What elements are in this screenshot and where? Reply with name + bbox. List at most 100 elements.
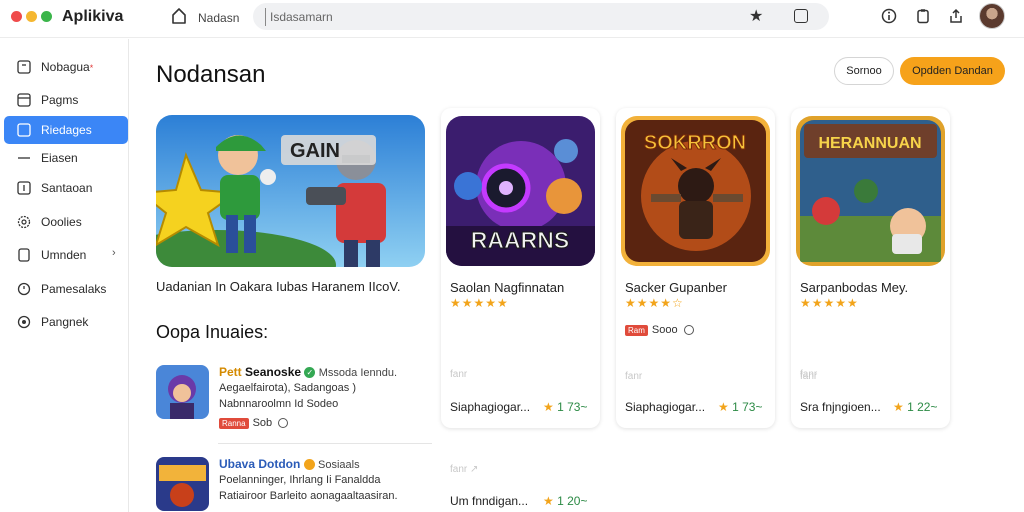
rating-value: ★ 1 73~ xyxy=(543,400,588,414)
tag-badge: Ranna xyxy=(219,417,249,429)
sidebar-item-umnden[interactable]: Umnden › xyxy=(4,241,128,269)
star-icon: ★ xyxy=(543,494,558,508)
sidebar-item-riedages[interactable]: Riedages xyxy=(4,116,128,144)
developer-name: Um fnndigan... xyxy=(450,494,529,508)
svg-text:SOKRRON: SOKRRON xyxy=(644,132,746,154)
developer-name: Sra fnjngioen... xyxy=(800,400,881,414)
sidebar-item-santaoan[interactable]: Santaoan xyxy=(4,174,128,202)
star-icon: ★ xyxy=(543,400,558,414)
sidebar-item-pagms[interactable]: Pagms xyxy=(4,86,128,114)
sidebar-item-eiasen[interactable]: Eiasen xyxy=(4,144,128,172)
star-rating: ★★★★☆ xyxy=(625,296,684,310)
sidebar-item-pangnek[interactable]: Pangnek xyxy=(4,308,128,336)
featured-banner[interactable]: GAIN xyxy=(156,115,425,267)
game-card[interactable]: HERANNUAN Sarpanbodas Mey. ★★★★★ fanr Sr… xyxy=(791,108,950,428)
sidebar-item-label: Pangnek xyxy=(41,315,89,329)
list-item-description: Aegaelfairota), Sadangoas ) xyxy=(219,382,356,394)
sidebar-item-label: Ooolies xyxy=(41,215,82,229)
list-item[interactable]: Pett Seanoske ✓ Mssoda Ienndu. Aegaelfai… xyxy=(156,365,432,445)
game-art: SOKRRON xyxy=(621,116,770,266)
developer-name: Siaphagiogar... xyxy=(450,400,531,414)
game-title: Sacker Gupanber xyxy=(625,280,727,295)
faint-label: fanr xyxy=(800,369,818,380)
sidebar-item-label: Santaoan xyxy=(41,181,93,195)
page-title: Nodansan xyxy=(156,61,266,88)
search-input[interactable] xyxy=(265,8,735,26)
home-label[interactable]: Nadasn xyxy=(198,11,239,25)
faint-label: fanr ↗ xyxy=(450,464,479,475)
clock-icon xyxy=(17,282,31,296)
gear-icon xyxy=(17,215,31,229)
list-item-title: Ubava Dotdon Sosiaals xyxy=(219,457,360,471)
rating-value: ★ 1 73~ xyxy=(718,400,763,414)
sidebar-item-ooolies[interactable]: Ooolies xyxy=(4,208,128,236)
faint-label: fanr xyxy=(625,371,643,382)
faint-label: fanr xyxy=(450,369,468,380)
game-title: Saolan Nagfinnatan xyxy=(450,280,565,295)
bookmark-star-icon[interactable]: ★ xyxy=(749,6,763,26)
secondary-button[interactable]: Sornoo xyxy=(834,57,894,85)
search-bar[interactable]: ★ xyxy=(253,3,829,30)
star-rating: ★★★★★ xyxy=(800,296,859,310)
game-thumbnail xyxy=(156,365,209,419)
home-icon[interactable] xyxy=(171,7,187,25)
price-text: Sob xyxy=(252,417,273,429)
square-icon xyxy=(17,181,31,195)
clock-icon xyxy=(683,325,694,336)
document-icon xyxy=(18,248,30,262)
list-item-description: Poelanninger, Ihrlang Ii Fanaldda xyxy=(219,474,381,486)
game-art: HERANNUAN xyxy=(796,116,945,266)
list-item[interactable]: Ubava Dotdon Sosiaals Poelanninger, Ihrl… xyxy=(156,457,432,512)
featured-banner-art: GAIN xyxy=(156,115,425,267)
badge-icon xyxy=(303,459,315,471)
copy-icon[interactable] xyxy=(794,9,808,23)
list-item-description: Ratiairoor Barleito aonagaaltaasiran. xyxy=(219,490,398,502)
game-card[interactable]: SOKRRON Sacker Gupanber ★★★★☆ Ram Sooo fa… xyxy=(616,108,775,428)
close-window-button[interactable] xyxy=(11,11,22,22)
svg-text:GAIN: GAIN xyxy=(290,140,340,162)
dash-icon xyxy=(18,157,30,159)
price-row: Ram Sooo xyxy=(625,324,694,336)
minimize-window-button[interactable] xyxy=(26,11,37,22)
sidebar-item-nobagua[interactable]: Nobagua* xyxy=(4,53,128,81)
share-icon[interactable] xyxy=(948,8,964,24)
sidebar: Nobagua* Pagms Riedages Eiasen Santaoan … xyxy=(0,39,129,512)
game-thumbnail xyxy=(156,457,209,511)
verified-icon: ✓ xyxy=(304,367,316,379)
star-icon: ★ xyxy=(893,400,908,414)
sidebar-item-label: Umnden xyxy=(41,248,87,262)
clipboard-icon[interactable] xyxy=(915,8,931,24)
title-bar: Aplikiva Nadasn ★ xyxy=(0,0,1024,38)
chevron-right-icon[interactable]: › xyxy=(112,247,116,259)
game-art: RAARNS xyxy=(446,116,595,266)
sidebar-item-label: Pamesalaks xyxy=(41,282,107,296)
sidebar-item-pamesalaks[interactable]: Pamesalaks xyxy=(4,275,128,303)
rating-value: ★ 1 22~ xyxy=(893,400,938,414)
window-icon xyxy=(17,93,31,107)
game-card[interactable]: RAARNS Saolan Nagfinnatan ★★★★★ xyxy=(441,108,600,428)
sidebar-item-label: Riedages xyxy=(41,123,92,137)
price-text: Sooo xyxy=(651,324,678,336)
star-icon: ★ xyxy=(718,400,733,414)
new-marker: * xyxy=(89,63,94,73)
sidebar-item-label: Eiasen xyxy=(41,151,78,165)
avatar[interactable] xyxy=(979,3,1005,29)
maximize-window-button[interactable] xyxy=(41,11,52,22)
app-name: Aplikiva xyxy=(62,8,124,25)
clock-icon xyxy=(17,315,31,329)
square-icon xyxy=(17,60,31,74)
star-rating: ★★★★★ xyxy=(450,296,509,310)
primary-button[interactable]: Opdden Dandan xyxy=(900,57,1005,85)
list-divider xyxy=(218,443,432,444)
square-icon xyxy=(17,123,31,137)
clock-icon xyxy=(278,418,289,429)
info-icon[interactable] xyxy=(881,8,897,24)
developer-name: Siaphagiogar... xyxy=(625,400,706,414)
section-title: Oopa Inuaies: xyxy=(156,322,269,342)
price-row: Ranna Sob xyxy=(219,417,289,429)
featured-caption: Uadanian In Oakara Iubas Haranem IIcoV. xyxy=(156,279,401,294)
sidebar-item-label: Nobagua* xyxy=(41,60,94,74)
sidebar-item-label: Pagms xyxy=(41,93,79,107)
list-item-description: Nabnnaroolmn Id Sodeo xyxy=(219,398,339,410)
game-title: Sarpanbodas Mey. xyxy=(800,280,909,295)
